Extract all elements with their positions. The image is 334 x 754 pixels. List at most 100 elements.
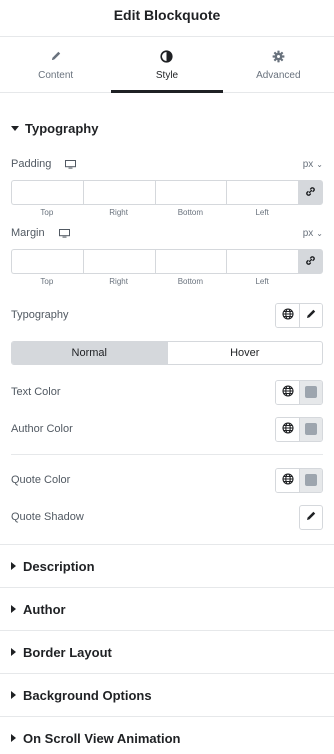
pencil-icon (305, 510, 317, 525)
section-background-options[interactable]: Background Options (0, 673, 334, 716)
text-color-row: Text Color (11, 379, 323, 405)
section-description[interactable]: Description (0, 544, 334, 587)
typography-section-header[interactable]: Typography (11, 103, 323, 153)
side-label-left: Left (255, 277, 269, 286)
quote-color-label: Quote Color (11, 474, 71, 486)
margin-link-button[interactable] (298, 249, 323, 274)
section-border-layout[interactable]: Border Layout (0, 630, 334, 673)
side-label-right: Right (109, 277, 128, 286)
section-on-scroll-view-animation[interactable]: On Scroll View Animation (0, 716, 334, 754)
margin-side-labels: Top Right Bottom Left (11, 277, 323, 286)
typography-control-row: Typography (11, 302, 323, 328)
caret-down-icon (11, 125, 19, 131)
global-color-button[interactable] (276, 468, 299, 492)
quote-color-buttons (275, 467, 323, 493)
padding-left-input[interactable] (226, 180, 298, 205)
margin-label: Margin (11, 227, 45, 239)
margin-inputs (11, 249, 323, 274)
padding-unit-select[interactable]: px ⌄ (303, 159, 323, 170)
section-on-scroll-view-animation-title: On Scroll View Animation (23, 730, 181, 746)
globe-icon (281, 421, 294, 437)
author-color-picker[interactable] (299, 417, 322, 441)
global-color-button[interactable] (276, 417, 299, 441)
padding-bottom-input[interactable] (154, 180, 227, 205)
tab-style-label: Style (155, 70, 179, 81)
margin-bottom-input[interactable] (154, 249, 227, 274)
contrast-icon (160, 48, 174, 64)
pencil-icon (50, 48, 62, 64)
gear-icon (272, 48, 285, 64)
padding-inputs (11, 180, 323, 205)
author-color-buttons (275, 416, 323, 442)
padding-label-wrap: Padding (11, 158, 77, 170)
global-typography-button[interactable] (276, 303, 299, 327)
section-description-title: Description (23, 558, 95, 574)
margin-label-wrap: Margin (11, 227, 70, 239)
pencil-icon (305, 308, 317, 323)
side-label-bottom: Bottom (177, 277, 204, 286)
section-background-options-title: Background Options (23, 687, 152, 703)
side-label-bottom: Bottom (177, 208, 204, 217)
tab-style[interactable]: Style (111, 37, 223, 93)
margin-left-input[interactable] (226, 249, 298, 274)
color-swatch (305, 474, 317, 486)
color-swatch (305, 423, 317, 435)
color-swatch (305, 386, 317, 398)
caret-right-icon (11, 734, 16, 742)
monitor-icon[interactable] (65, 159, 77, 169)
padding-unit: px (302, 158, 314, 170)
margin-right-input[interactable] (82, 249, 155, 274)
margin-unit-select[interactable]: px ⌄ (303, 228, 323, 239)
state-hover-button[interactable]: Hover (166, 342, 323, 364)
section-author[interactable]: Author (0, 587, 334, 630)
side-label-right: Right (109, 208, 128, 217)
tab-advanced-label: Advanced (256, 70, 301, 81)
tab-advanced[interactable]: Advanced (223, 37, 334, 92)
typography-section: Typography Padding px ⌄ Top Right Bottom… (0, 103, 334, 530)
padding-right-input[interactable] (82, 180, 155, 205)
state-normal-button[interactable]: Normal (12, 342, 167, 364)
caret-right-icon (11, 605, 16, 613)
author-color-label: Author Color (11, 423, 73, 435)
monitor-icon[interactable] (58, 228, 70, 238)
text-color-picker[interactable] (299, 380, 322, 404)
caret-right-icon (11, 562, 16, 570)
section-author-title: Author (23, 601, 66, 617)
global-color-button[interactable] (276, 380, 299, 404)
collapsed-sections: Description Author Border Layout Backgro… (0, 544, 334, 754)
padding-top-input[interactable] (11, 180, 83, 205)
caret-right-icon (11, 648, 16, 656)
margin-top-input[interactable] (11, 249, 83, 274)
padding-side-labels: Top Right Bottom Left (11, 208, 323, 217)
chevron-down-icon: ⌄ (316, 159, 323, 169)
author-color-row: Author Color (11, 416, 323, 442)
side-label-left: Left (255, 208, 269, 217)
padding-label-row: Padding px ⌄ (11, 153, 323, 175)
text-color-label: Text Color (11, 386, 61, 398)
section-border-layout-title: Border Layout (23, 644, 112, 660)
globe-icon (281, 307, 294, 323)
panel-header: Edit Blockquote (0, 0, 334, 30)
state-switch: Normal Hover (11, 341, 323, 365)
quote-color-picker[interactable] (299, 468, 322, 492)
tab-content[interactable]: Content (0, 37, 111, 92)
tab-content-label: Content (38, 70, 74, 81)
margin-label-row: Margin px ⌄ (11, 222, 323, 244)
globe-icon (281, 472, 294, 488)
link-icon (305, 255, 316, 269)
caret-right-icon (11, 691, 16, 699)
link-icon (305, 186, 316, 200)
globe-icon (281, 384, 294, 400)
margin-unit: px (302, 227, 314, 239)
panel-title: Edit Blockquote (113, 7, 221, 23)
text-color-buttons (275, 379, 323, 405)
padding-link-button[interactable] (298, 180, 323, 205)
padding-label: Padding (11, 158, 52, 170)
tab-bar: Content Style Advanced (0, 36, 334, 93)
edit-typography-button[interactable] (299, 303, 322, 327)
typography-section-title: Typography (25, 120, 99, 136)
quote-color-row: Quote Color (11, 467, 323, 493)
chevron-down-icon: ⌄ (316, 228, 323, 238)
side-label-top: Top (40, 277, 54, 286)
edit-quote-shadow-button[interactable] (299, 504, 323, 530)
